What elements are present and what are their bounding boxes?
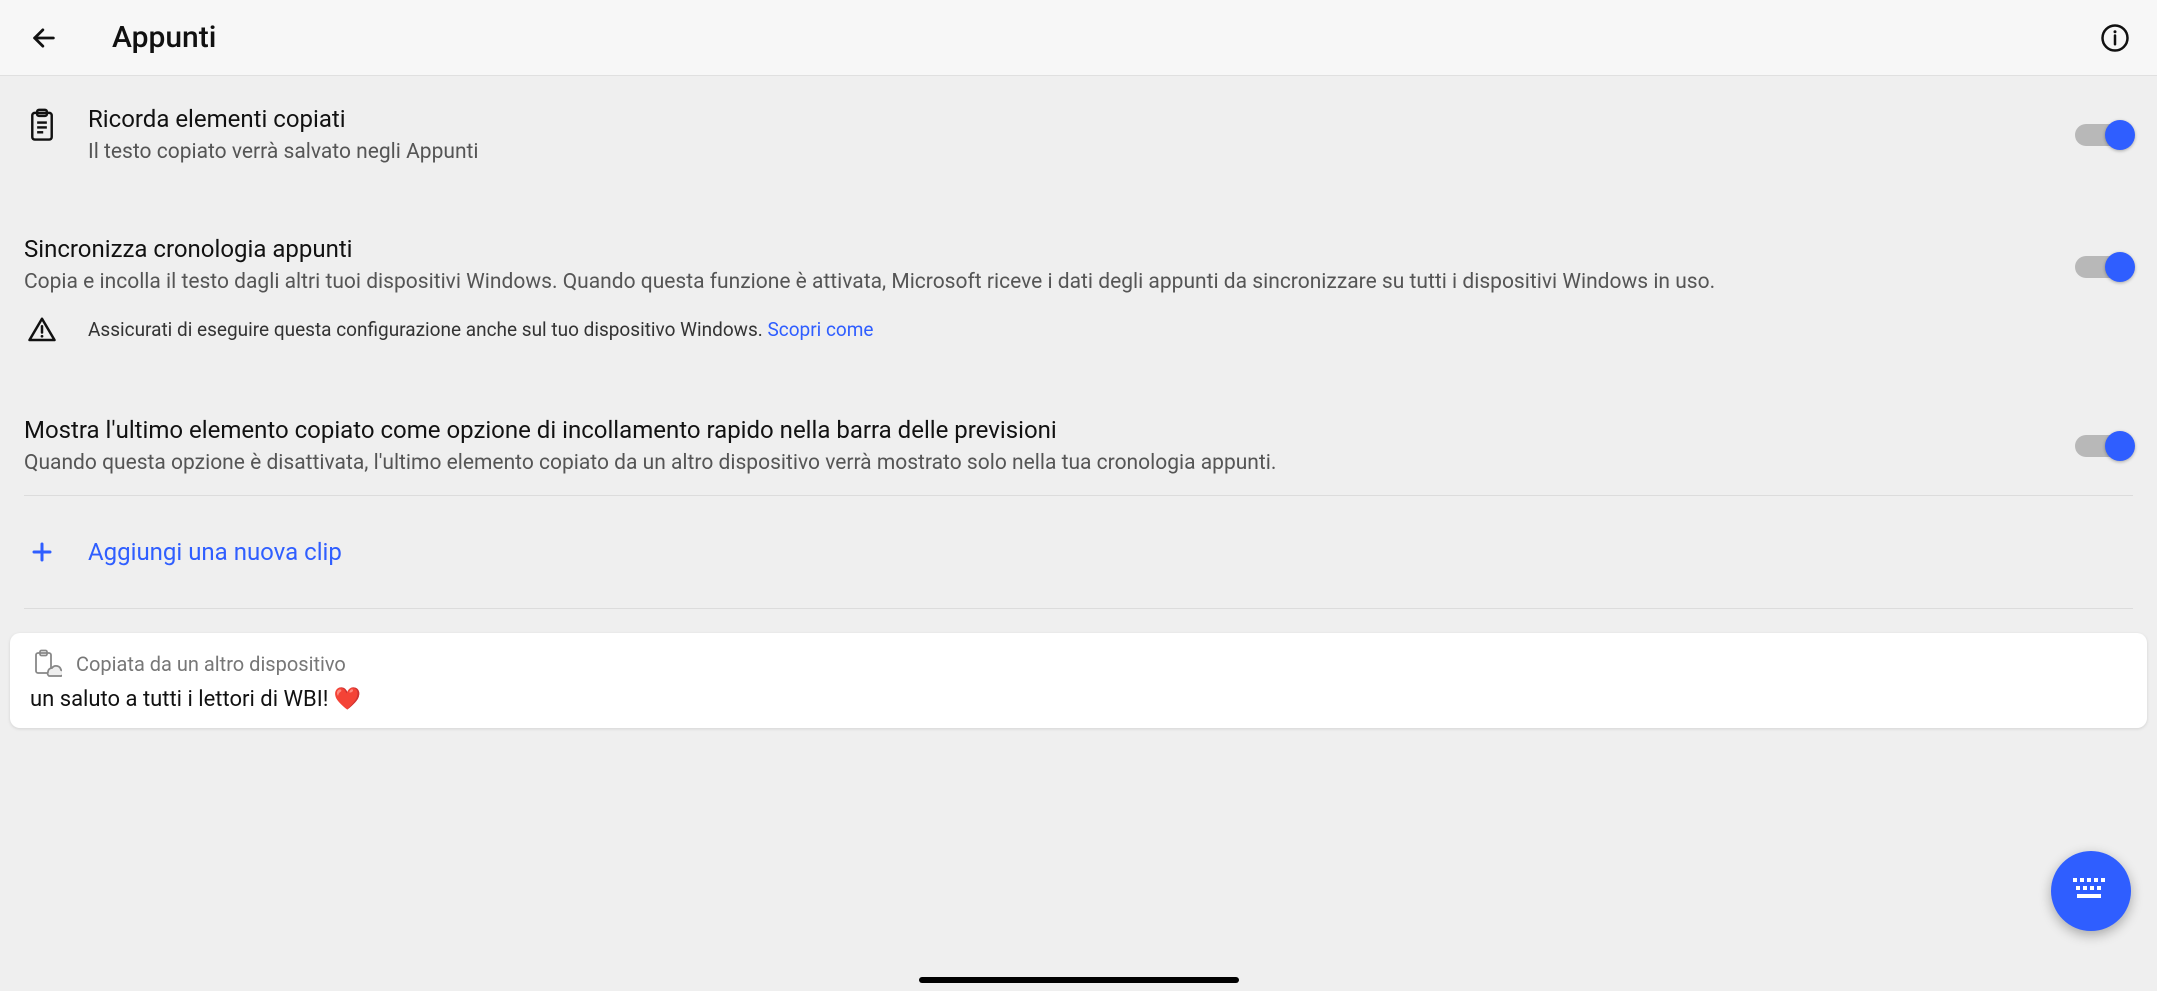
toggle-show-last[interactable] <box>2075 435 2129 457</box>
clipboard-cloud-icon <box>30 649 62 679</box>
info-icon <box>2100 23 2130 53</box>
setting-sync-history: Sincronizza cronologia appunti Copia e i… <box>24 216 2133 306</box>
warning-icon <box>24 315 60 345</box>
sync-warning-text: Assicurati di eseguire questa configuraz… <box>88 318 874 341</box>
keyboard-fab[interactable] <box>2051 851 2131 931</box>
toggle-sync-history[interactable] <box>2075 256 2129 278</box>
page-title: Appunti <box>112 20 216 55</box>
back-button[interactable] <box>24 18 64 58</box>
setting-show-last-desc: Quando questa opzione è disattivata, l'u… <box>24 449 2033 477</box>
setting-remember-desc: Il testo copiato verrà salvato negli App… <box>88 138 2053 166</box>
plus-icon <box>24 534 60 570</box>
sync-warning: Assicurati di eseguire questa configuraz… <box>24 307 2133 365</box>
sync-learn-how-link[interactable]: Scopri come <box>767 318 873 341</box>
setting-remember-items: Ricorda elementi copiati Il testo copiat… <box>24 86 2133 184</box>
arrow-left-icon <box>30 24 58 52</box>
setting-remember-title: Ricorda elementi copiati <box>88 104 2053 134</box>
content: Ricorda elementi copiati Il testo copiat… <box>0 76 2157 752</box>
clip-item[interactable]: Copiata da un altro dispositivo un salut… <box>10 633 2147 728</box>
clip-source-label: Copiata da un altro dispositivo <box>76 652 346 676</box>
setting-sync-title: Sincronizza cronologia appunti <box>24 234 2033 264</box>
setting-sync-desc: Copia e incolla il testo dagli altri tuo… <box>24 268 2033 296</box>
setting-show-last: Mostra l'ultimo elemento copiato come op… <box>24 397 2133 495</box>
header: Appunti <box>0 0 2157 76</box>
info-button[interactable] <box>2097 20 2133 56</box>
setting-show-last-title: Mostra l'ultimo elemento copiato come op… <box>24 415 2033 445</box>
clipboard-icon <box>24 108 60 142</box>
toggle-remember-items[interactable] <box>2075 124 2129 146</box>
heart-icon: ❤️ <box>334 687 361 712</box>
clip-content: un saluto a tutti i lettori di WBI! ❤️ <box>30 687 2127 712</box>
add-new-clip-button[interactable]: Aggiungi una nuova clip <box>24 496 2133 608</box>
add-new-clip-label: Aggiungi una nuova clip <box>88 538 342 566</box>
keyboard-icon <box>2071 876 2111 906</box>
home-indicator[interactable] <box>919 977 1239 983</box>
